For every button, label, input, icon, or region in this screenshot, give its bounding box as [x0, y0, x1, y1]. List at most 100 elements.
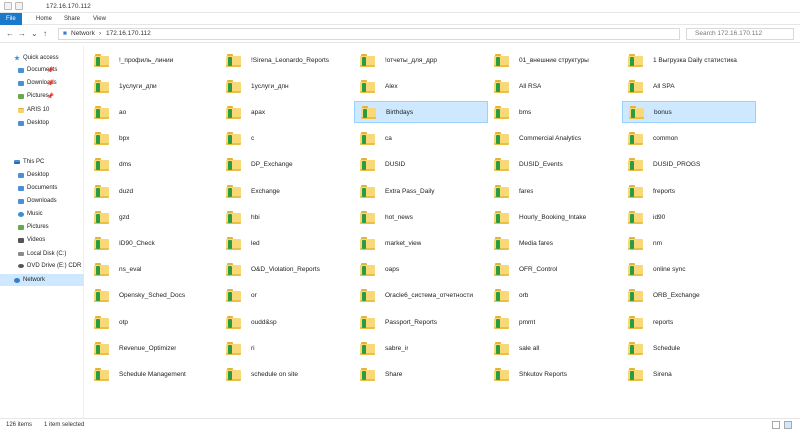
folder-item[interactable]: Share: [354, 363, 488, 385]
sidebar-item-desktop[interactable]: Desktop: [0, 117, 84, 129]
back-icon[interactable]: ←: [6, 29, 14, 38]
sidebar-item-local-disk-c[interactable]: Local Disk (C:): [0, 248, 84, 260]
folder-item[interactable]: DUSID_PROGS: [622, 154, 756, 176]
sidebar-item-downloads[interactable]: Downloads: [0, 195, 84, 207]
folder-item[interactable]: Exchange: [220, 180, 354, 202]
details-view-icon[interactable]: [772, 421, 780, 429]
folder-item[interactable]: fares: [488, 180, 622, 202]
folder-item[interactable]: market_view: [354, 232, 488, 254]
folder-item[interactable]: schedule on site: [220, 363, 354, 385]
folder-item[interactable]: apax: [220, 101, 354, 123]
sidebar-item-downloads[interactable]: Downloads 📌: [0, 77, 84, 89]
folder-item[interactable]: Opensky_Sched_Docs: [88, 285, 222, 307]
pin-icon[interactable]: 📌: [47, 67, 54, 74]
folder-item[interactable]: DUSID_Events: [488, 154, 622, 176]
folder-item[interactable]: Commercial Analytics: [488, 128, 622, 150]
folder-item[interactable]: !отчеты_для_дрр: [354, 49, 488, 71]
pin-icon[interactable]: 📌: [47, 93, 54, 100]
sidebar-item-pictures[interactable]: Pictures: [0, 221, 84, 233]
folder-item[interactable]: bonus: [622, 101, 756, 124]
folder-item[interactable]: led: [220, 232, 354, 254]
tab-file[interactable]: File: [0, 13, 22, 25]
search-input[interactable]: Search 172.16.170.112: [686, 28, 794, 40]
quick-access-toolbar[interactable]: [4, 2, 23, 10]
folder-item[interactable]: nm: [622, 232, 756, 254]
folder-item[interactable]: pmmt: [488, 311, 622, 333]
sidebar-item-pictures[interactable]: Pictures 📌: [0, 90, 84, 102]
folder-item[interactable]: ri: [220, 337, 354, 359]
folder-item[interactable]: online sync: [622, 259, 756, 281]
up-icon[interactable]: ↑: [43, 29, 47, 38]
folder-item[interactable]: Birthdays: [354, 101, 488, 124]
folder-item[interactable]: sabre_ir: [354, 337, 488, 359]
folder-item[interactable]: gzd: [88, 206, 222, 228]
folder-item[interactable]: ORB_Exchange: [622, 285, 756, 307]
folder-item[interactable]: ca: [354, 128, 488, 150]
sidebar-item-documents[interactable]: Documents 📌: [0, 64, 84, 76]
breadcrumb-network[interactable]: Network: [71, 30, 95, 37]
folder-item[interactable]: freports: [622, 180, 756, 202]
folder-item[interactable]: duzd: [88, 180, 222, 202]
folder-item[interactable]: id90: [622, 206, 756, 228]
folder-item[interactable]: 1 Выгрузка Daily статистика: [622, 49, 756, 71]
folder-item[interactable]: oaps: [354, 259, 488, 281]
folder-item[interactable]: Extra Pass_Daily: [354, 180, 488, 202]
folder-item[interactable]: Revenue_Optimizer: [88, 337, 222, 359]
folder-item[interactable]: DUSID: [354, 154, 488, 176]
folder-item[interactable]: bpx: [88, 128, 222, 150]
folder-item[interactable]: sale all: [488, 337, 622, 359]
folder-item[interactable]: Hourly_Booking_Intake: [488, 206, 622, 228]
breadcrumb-host[interactable]: 172.16.170.112: [106, 30, 151, 37]
folder-item[interactable]: hbi: [220, 206, 354, 228]
folder-item[interactable]: Oracle6_система_отчетности: [354, 285, 488, 307]
folder-item[interactable]: 01_внешние структуры: [488, 49, 622, 71]
recent-dropdown-icon[interactable]: ⌄: [31, 29, 38, 38]
folder-item[interactable]: Alex: [354, 75, 488, 97]
sidebar-item-aris-10[interactable]: ARIS 10: [0, 104, 84, 116]
folder-item[interactable]: Schedule Management: [88, 363, 222, 385]
folder-item[interactable]: ID90_Check: [88, 232, 222, 254]
properties-icon[interactable]: [4, 2, 12, 10]
sidebar-item-videos[interactable]: Videos: [0, 234, 84, 246]
tab-home[interactable]: Home: [30, 13, 58, 25]
tab-view[interactable]: View: [87, 13, 112, 25]
folder-item[interactable]: reports: [622, 311, 756, 333]
folder-item[interactable]: Passport_Reports: [354, 311, 488, 333]
folder-item[interactable]: O&D_Violation_Reports: [220, 259, 354, 281]
sidebar-item-dvd-drive-e-cdr[interactable]: DVD Drive (E:) CDR: [0, 260, 84, 272]
folder-item[interactable]: Media fares: [488, 232, 622, 254]
folder-item[interactable]: ao: [88, 101, 222, 123]
new-folder-icon[interactable]: [15, 2, 23, 10]
folder-item[interactable]: DP_Exchange: [220, 154, 354, 176]
sidebar-item-network[interactable]: Network: [0, 274, 84, 286]
folder-item[interactable]: Schedule: [622, 337, 756, 359]
folder-item[interactable]: Shkutov Reports: [488, 363, 622, 385]
sidebar-item-desktop[interactable]: Desktop: [0, 169, 84, 181]
folder-item[interactable]: All SPA: [622, 75, 756, 97]
sidebar-item-this-pc[interactable]: This PC: [0, 156, 84, 168]
folder-item[interactable]: 1услуги_дпн: [220, 75, 354, 97]
sidebar-item-quick-access[interactable]: Quick access: [0, 52, 84, 64]
folder-item[interactable]: oudd&sp: [220, 311, 354, 333]
folder-item[interactable]: hot_news: [354, 206, 488, 228]
folder-item[interactable]: c: [220, 128, 354, 150]
pin-icon[interactable]: 📌: [47, 80, 54, 87]
sidebar-item-music[interactable]: Music: [0, 208, 84, 220]
sidebar-item-documents[interactable]: Documents: [0, 182, 84, 194]
folder-item[interactable]: orb: [488, 285, 622, 307]
folder-item[interactable]: 1услуги_дпи: [88, 75, 222, 97]
folder-item[interactable]: All RSA: [488, 75, 622, 97]
large-icons-view-icon[interactable]: [784, 421, 792, 429]
tab-share[interactable]: Share: [58, 13, 86, 25]
folder-item[interactable]: dms: [88, 154, 222, 176]
folder-item[interactable]: OFR_Control: [488, 259, 622, 281]
folder-item[interactable]: Sirena: [622, 363, 756, 385]
forward-icon[interactable]: →: [18, 29, 26, 38]
folder-item[interactable]: !Sirena_Leonardo_Reports: [220, 49, 354, 71]
address-box[interactable]: ■ Network › 172.16.170.112: [58, 28, 680, 40]
folder-item[interactable]: or: [220, 285, 354, 307]
folder-item[interactable]: bms: [488, 101, 622, 123]
folder-item[interactable]: otp: [88, 311, 222, 333]
folder-item[interactable]: common: [622, 128, 756, 150]
folder-item[interactable]: !_профиль_линии: [88, 49, 222, 71]
